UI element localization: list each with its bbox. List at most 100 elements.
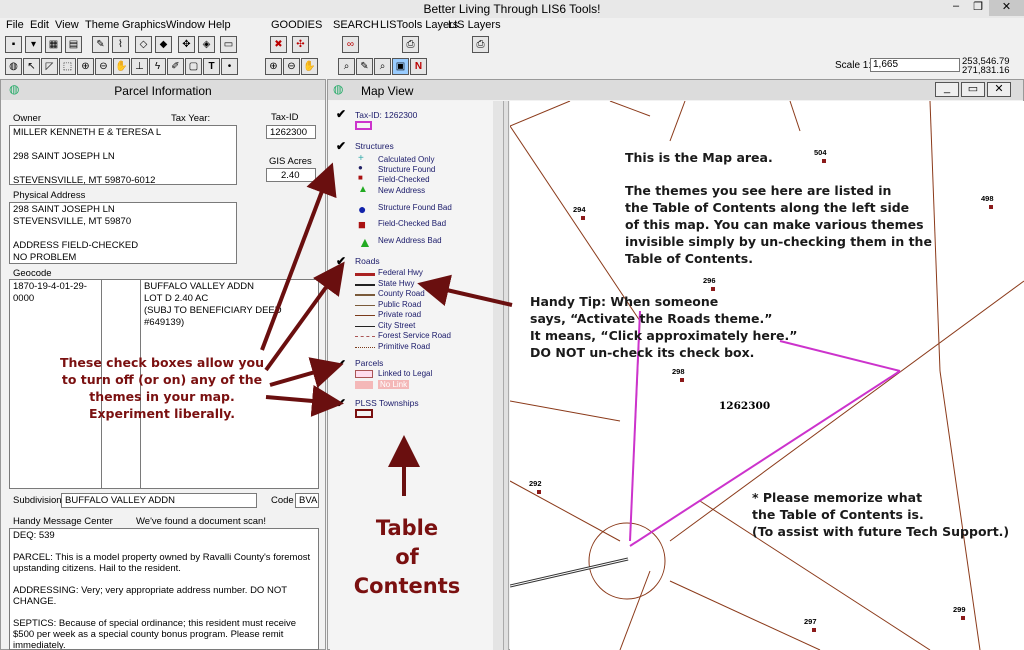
toc-roads[interactable]: Roads (355, 256, 380, 266)
query-icon[interactable]: ⌕ (338, 58, 355, 75)
map-title-bar: ◍ Map View _ ▭ ✕ (328, 80, 1023, 100)
edit-icon[interactable]: ✎ (92, 36, 109, 53)
menu-graphics[interactable]: Graphics (122, 19, 166, 31)
parcel-number-label: 504 (814, 148, 827, 157)
map-maximize-button[interactable]: ▭ (961, 82, 985, 97)
structure-marker-icon[interactable] (581, 216, 585, 220)
menu-file[interactable]: File (6, 19, 24, 31)
measure-icon[interactable]: ◇ (135, 36, 152, 53)
app-title: Better Living Through LIS6 Tools! (423, 2, 601, 16)
scale-input[interactable]: 1,665 (870, 58, 960, 72)
map-minimize-button[interactable]: _ (935, 82, 959, 97)
message-field[interactable]: DEQ: 539 PARCEL: This is a model propert… (9, 528, 319, 650)
parcel-number-label: 298 (672, 367, 685, 376)
geocode-label: Geocode (13, 268, 52, 279)
road-symbol (355, 304, 375, 306)
zoom-out-icon[interactable]: ⊖ (95, 58, 112, 75)
zoom-in-icon[interactable]: ⊕ (77, 58, 94, 75)
close-button[interactable]: ✕ (989, 0, 1024, 16)
draw-icon[interactable]: ✐ (167, 58, 184, 75)
selected-parcel-label: 1262300 (719, 400, 771, 412)
calc-icon[interactable]: ▤ (65, 36, 82, 53)
parcel-number-label: 498 (981, 194, 994, 203)
shape-icon[interactable]: ◆ (155, 36, 172, 53)
road-symbol (355, 315, 375, 316)
map-divider[interactable] (503, 101, 509, 650)
menu-extra-0[interactable]: GOODIES (271, 19, 322, 31)
print-icon[interactable]: ⎙ (402, 36, 419, 53)
table-icon[interactable]: ▦ (45, 36, 62, 53)
structure-marker-icon[interactable] (822, 159, 826, 163)
menu-help[interactable]: Help (208, 19, 231, 31)
minimize-button[interactable]: – (945, 0, 967, 16)
toc-parcel-item: No Link (378, 380, 410, 389)
taxid-field[interactable]: 1262300 (266, 125, 316, 139)
toc-structure-item: Structure Found (378, 165, 436, 174)
structure-marker-icon[interactable] (680, 378, 684, 382)
binoculars-icon[interactable]: ∞ (342, 36, 359, 53)
gis-acres-field[interactable]: 2.40 (266, 168, 316, 182)
chart-icon[interactable]: ⌇ (112, 36, 129, 53)
parcel-title-bar: ◍ Parcel Information (1, 80, 325, 100)
zoom-full-icon[interactable]: ✣ (292, 36, 309, 53)
physical-field[interactable]: 298 SAINT JOSEPH LN STEVENSVILLE, MT 598… (9, 202, 237, 264)
structures-theme-checkbox[interactable]: ✔ (336, 139, 346, 153)
parcels-theme-checkbox[interactable]: ✔ (336, 357, 346, 371)
restore-button[interactable]: ❐ (967, 0, 989, 16)
menu-view[interactable]: View (55, 19, 79, 31)
point-icon[interactable]: • (221, 58, 238, 75)
map-close-button[interactable]: ✕ (987, 82, 1011, 97)
menu-theme[interactable]: Theme (85, 19, 119, 31)
select-icon[interactable]: ◸ (41, 58, 58, 75)
map-zoom-out-icon[interactable]: ⊖ (283, 58, 300, 75)
subdivision-field[interactable]: BUFFALO VALLEY ADDN (61, 493, 257, 508)
message-label: Handy Message Center (13, 516, 113, 527)
toc-structure-item: Field-Checked (378, 175, 430, 184)
menu-extra-1[interactable]: SEARCH (333, 19, 379, 31)
pointer-icon[interactable]: ↖ (23, 58, 40, 75)
save-icon[interactable]: ▪ (5, 36, 22, 53)
layers-icon[interactable]: ▣ (392, 58, 409, 75)
map-zoom-in-icon[interactable]: ⊕ (265, 58, 282, 75)
taxid-theme-checkbox[interactable]: ✔ (336, 107, 346, 121)
menu-edit[interactable]: Edit (30, 19, 49, 31)
globe-icon[interactable]: ◍ (5, 58, 22, 75)
toc-structures[interactable]: Structures (355, 141, 394, 151)
pan-icon[interactable]: ◈ (198, 36, 215, 53)
structure-marker-icon[interactable] (961, 616, 965, 620)
lightning-icon[interactable]: ϟ (149, 58, 166, 75)
roads-theme-checkbox[interactable]: ✔ (336, 254, 346, 268)
marquee-icon[interactable]: ⬚ (59, 58, 76, 75)
hand-icon[interactable]: ✋ (113, 58, 130, 75)
structure-marker-icon[interactable] (537, 490, 541, 494)
taxid-swatch (355, 121, 372, 130)
print-layers-icon[interactable]: ⎙ (472, 36, 489, 53)
menu-extra-3[interactable]: LIS Layers (448, 19, 501, 31)
rect-icon[interactable]: ▢ (185, 58, 202, 75)
map-pan-icon[interactable]: ✋ (301, 58, 318, 75)
annotation-toc-label: Table of Contents (353, 516, 461, 598)
structure-marker-icon[interactable] (812, 628, 816, 632)
owner-field[interactable]: MILLER KENNETH E & TERESA L 298 SAINT JO… (9, 125, 237, 185)
code-field[interactable]: BVA (295, 493, 319, 508)
menu-extra-2[interactable]: LISTools Layers (380, 19, 458, 31)
plss-theme-checkbox[interactable]: ✔ (336, 396, 346, 410)
toc-plss[interactable]: PLSS Townships (355, 398, 419, 408)
toc-road-item: County Road (378, 289, 425, 298)
zoom-extent-icon[interactable]: ✖ (270, 36, 287, 53)
page-icon[interactable]: ▭ (220, 36, 237, 53)
structure-symbol-icon: ● (358, 163, 363, 172)
menu-window[interactable]: Window (166, 19, 205, 31)
toc-parcels[interactable]: Parcels (355, 358, 383, 368)
structure-marker-icon[interactable] (711, 287, 715, 291)
structure-marker-icon[interactable] (989, 205, 993, 209)
toc-scrollbar[interactable] (493, 101, 503, 650)
ruler-icon[interactable]: ⊥ (131, 58, 148, 75)
open-icon[interactable]: ▾ (25, 36, 42, 53)
north-icon[interactable]: N (410, 58, 427, 75)
toc-taxid: Tax-ID: 1262300 (355, 110, 418, 120)
search-map-icon[interactable]: ⌕ (374, 58, 391, 75)
text-icon[interactable]: T (203, 58, 220, 75)
pencil-icon[interactable]: ✎ (356, 58, 373, 75)
expand-icon[interactable]: ✥ (178, 36, 195, 53)
